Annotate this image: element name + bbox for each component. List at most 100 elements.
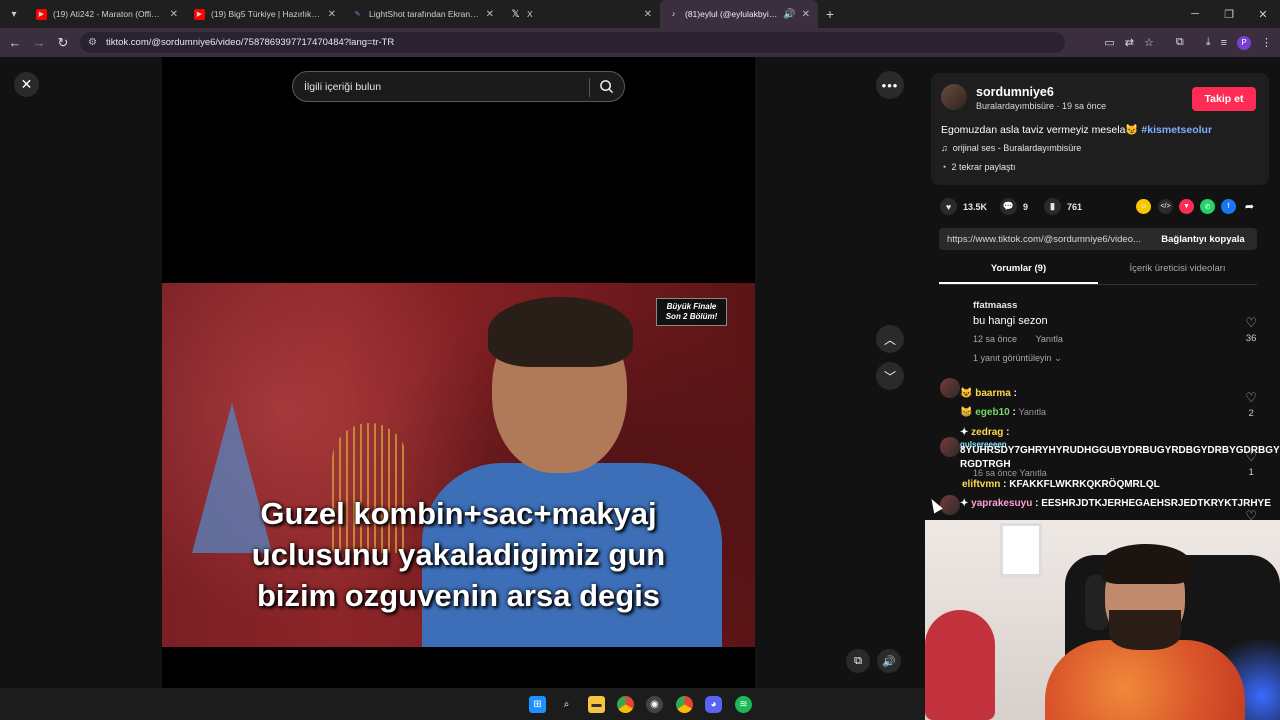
chat-line: 😺 baarma : <box>960 388 1017 399</box>
youtube-icon: ▶ <box>36 8 47 20</box>
translate-icon[interactable]: ⇄ <box>1125 36 1134 49</box>
comment-like-button[interactable]: ♡ 36 <box>1245 315 1257 344</box>
windows-start-icon[interactable]: ⊞ <box>529 696 546 713</box>
more-options-button[interactable]: ••• <box>876 71 904 99</box>
mute-tab-icon[interactable]: 🔊 <box>783 9 795 20</box>
window-controls: ─ ❐ ✕ <box>1178 0 1280 28</box>
like-button[interactable]: ♥ 13.5K <box>940 198 987 215</box>
media-control-icon[interactable]: ≡ <box>1221 37 1227 49</box>
badge-icon: 😸 <box>960 407 973 418</box>
chrome-icon[interactable] <box>617 696 634 713</box>
tab-3[interactable]: 𝕏 X ✕ <box>502 0 660 28</box>
stream-chat-overlay: 😺 baarma : 😸 egeb10 : Yanıtla ✦ zedrag :… <box>925 370 1280 520</box>
chat-message: KFAKKFLWKRKQKRÖQMRLQL <box>1009 479 1160 490</box>
chat-line: 8YUHRSDY7GHRYHYRUDHGGUBYDRBUGYRDBGYDRBYG… <box>960 445 1280 456</box>
follow-button[interactable]: Takip et <box>1192 87 1256 111</box>
toolbar: ← → ↻ ⚙ tiktok.com/@sordumniye6/video/75… <box>0 28 1280 57</box>
chat-username: baarma <box>975 388 1011 399</box>
webcam-hair <box>1101 544 1191 584</box>
tab-1[interactable]: ▶ (19) Big5 Türkiye | Hazırlık Sezo ✕ <box>186 0 344 28</box>
comment-username[interactable]: ffatmaass <box>973 300 1063 311</box>
pip-icon[interactable]: ⧉ <box>846 649 870 673</box>
author-name: Buralardayımbisüre <box>976 101 1055 111</box>
description-text: Egomuzdan asla taviz vermeyiz mesela <box>941 124 1126 136</box>
obs-icon[interactable]: ◉ <box>646 696 663 713</box>
facebook-icon[interactable]: f <box>1221 199 1236 214</box>
volume-icon[interactable]: 🔊 <box>877 649 901 673</box>
back-icon[interactable]: ← <box>3 35 27 50</box>
tab-creator-videos[interactable]: İçerik üreticisi videoları <box>1098 263 1257 284</box>
tab-title: LightShot tarafından Ekran Gör <box>369 9 480 19</box>
view-replies-link[interactable]: 1 yanıt görüntüleyin ⌄ <box>973 353 1063 364</box>
chrome-active-icon[interactable] <box>676 696 693 713</box>
related-search-input[interactable]: İlgili içeriği bulun <box>292 71 625 102</box>
webcam-wall-photo <box>1000 523 1042 577</box>
copy-link-button[interactable]: Bağlantıyı kopyala <box>1149 234 1257 245</box>
chat-dim-text: 16 sa önce Yanıtla <box>973 468 1047 478</box>
search-icon[interactable] <box>599 79 614 94</box>
tab-title: X <box>527 9 533 19</box>
close-tab-icon[interactable]: ✕ <box>486 9 494 20</box>
caption-line: uclusunu yakaladigimiz gun <box>251 537 666 572</box>
chat-avatar <box>940 437 960 457</box>
download-icon[interactable]: ⤓ <box>1206 36 1211 49</box>
chat-username: zedrag <box>971 427 1004 438</box>
search-divider <box>589 78 590 97</box>
address-bar[interactable]: ⚙ tiktok.com/@sordumniye6/video/75878693… <box>80 32 1065 53</box>
close-tab-icon[interactable]: ✕ <box>328 9 336 20</box>
tab-4[interactable]: ♪ (81)eylul (@eylulakbyik) | Ti 🔊 ✕ <box>660 0 818 28</box>
show-badge: Büyük Finale Son 2 Bölüm! <box>656 298 727 326</box>
discord-icon[interactable]: ◕ <box>705 696 722 713</box>
send-icon[interactable]: ▼ <box>1179 199 1194 214</box>
tab-0[interactable]: ▶ (19) Ati242 - Maraton (Official V ✕ <box>28 0 186 28</box>
close-window-icon[interactable]: ✕ <box>1246 8 1280 21</box>
comment-reply-link[interactable]: Yanıtla <box>1036 334 1063 344</box>
music-row[interactable]: ♫ orijinal ses - Buralardayımbisüre <box>941 143 1081 153</box>
chat-dim-text: Yanıtla <box>1018 407 1046 417</box>
extensions-icon[interactable]: ⧉ <box>1176 36 1184 49</box>
share-more-icon[interactable]: ➦ <box>1242 199 1257 214</box>
tab-search-button[interactable]: ▾ <box>0 0 28 28</box>
next-video-button[interactable]: ﹀ <box>876 362 904 390</box>
file-explorer-icon[interactable]: ▬ <box>588 696 605 713</box>
reload-icon[interactable]: ↻ <box>51 35 75 51</box>
tab-comments[interactable]: Yorumlar (9) <box>939 263 1098 284</box>
repost-row: ◔ 2 tekrar paylaştı <box>941 162 1015 172</box>
close-tab-icon[interactable]: ✕ <box>170 9 178 20</box>
bookmark-star-icon[interactable]: ☆ <box>1144 36 1154 49</box>
new-tab-button[interactable]: + <box>818 6 842 22</box>
taskbar: ⊞ ⌕ ▬ ◉ ◕ ≋ <box>0 688 925 720</box>
embed-icon[interactable]: </> <box>1158 199 1173 214</box>
video-link[interactable]: https://www.tiktok.com/@sordumniye6/vide… <box>939 234 1149 245</box>
author-username[interactable]: sordumniye6 <box>976 85 1054 99</box>
site-info-icon[interactable]: ⚙ <box>88 37 97 48</box>
menu-icon[interactable]: ⋮ <box>1261 36 1272 49</box>
spotify-icon[interactable]: ≋ <box>735 696 752 713</box>
copy-link-row: https://www.tiktok.com/@sordumniye6/vide… <box>939 228 1257 250</box>
hashtag-link[interactable]: #kismetseolur <box>1141 124 1212 136</box>
close-tab-icon[interactable]: ✕ <box>802 9 810 20</box>
whatsapp-icon[interactable]: ✆ <box>1200 199 1215 214</box>
bookmark-icon: ▮ <box>1044 198 1061 215</box>
comment-text: bu hangi sezon <box>973 315 1048 327</box>
close-viewer-button[interactable]: ✕ <box>14 72 39 97</box>
chat-line: 16 sa önce Yanıtla <box>973 468 1047 479</box>
author-avatar[interactable] <box>941 84 967 110</box>
save-button[interactable]: ▮ 761 <box>1044 198 1082 215</box>
post-info-card: sordumniye6 Buralardayımbisüre · 19 sa ö… <box>931 73 1269 185</box>
url-text: tiktok.com/@sordumniye6/video/7587869397… <box>105 37 395 48</box>
forward-icon[interactable]: → <box>27 35 51 50</box>
previous-video-button[interactable]: ︿ <box>876 325 904 353</box>
author-subline: Buralardayımbisüre · 19 sa önce <box>976 101 1107 111</box>
profile-avatar[interactable]: P <box>1237 35 1251 50</box>
restore-icon[interactable]: ❐ <box>1212 8 1246 21</box>
music-title: orijinal ses - Buralardayımbisüre <box>952 143 1082 153</box>
search-icon[interactable]: ⌕ <box>558 696 575 713</box>
share-friends-icon[interactable]: ☺ <box>1136 199 1151 214</box>
comment-button[interactable]: 💬 9 <box>1000 198 1028 215</box>
cast-icon[interactable]: ▭ <box>1104 36 1114 49</box>
close-tab-icon[interactable]: ✕ <box>644 9 652 20</box>
badge-icon: ✦ <box>960 498 969 509</box>
minimize-icon[interactable]: ─ <box>1178 8 1212 20</box>
tab-2[interactable]: ✎ LightShot tarafından Ekran Gör ✕ <box>344 0 502 28</box>
